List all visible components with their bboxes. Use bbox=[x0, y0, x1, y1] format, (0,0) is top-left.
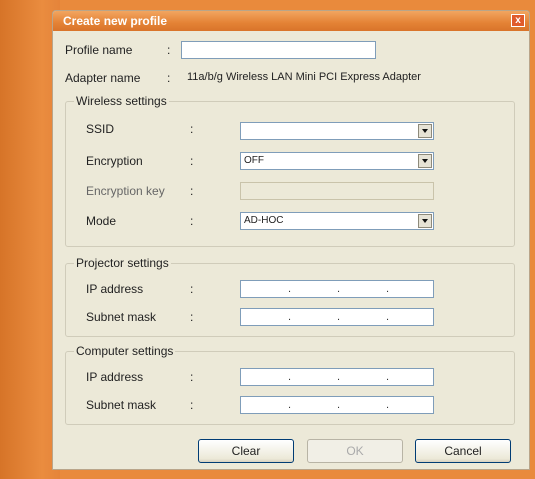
encryption-select[interactable]: OFF bbox=[240, 152, 434, 170]
wireless-settings-title: Wireless settings bbox=[74, 94, 169, 108]
dialog-title: Create new profile bbox=[63, 14, 168, 28]
colon: : bbox=[190, 184, 194, 198]
cancel-button[interactable]: Cancel bbox=[415, 439, 511, 463]
projector-settings-group: Projector settings IP address : . . . Su… bbox=[65, 256, 515, 337]
projector-ip-label: IP address bbox=[86, 282, 144, 296]
dialog-body: Profile name : Adapter name : 11a/b/g Wi… bbox=[53, 31, 529, 471]
mode-label: Mode bbox=[86, 214, 117, 228]
computer-ip-label: IP address bbox=[86, 370, 144, 384]
computer-settings-group: Computer settings IP address : . . . Sub… bbox=[65, 344, 515, 425]
colon: : bbox=[167, 43, 171, 57]
chevron-down-icon[interactable] bbox=[418, 124, 432, 138]
ok-button[interactable]: OK bbox=[307, 439, 403, 463]
profile-name-input[interactable] bbox=[181, 41, 376, 59]
profile-name-label: Profile name bbox=[65, 43, 133, 57]
adapter-name-label: Adapter name bbox=[65, 71, 141, 85]
colon: : bbox=[167, 71, 171, 85]
projector-subnet-input[interactable]: . . . bbox=[240, 308, 434, 326]
colon: : bbox=[190, 398, 194, 412]
colon: : bbox=[190, 282, 194, 296]
colon: : bbox=[190, 154, 194, 168]
colon: : bbox=[190, 310, 194, 324]
clear-button[interactable]: Clear bbox=[198, 439, 294, 463]
ssid-select[interactable] bbox=[240, 122, 434, 140]
colon: : bbox=[190, 122, 194, 136]
colon: : bbox=[190, 370, 194, 384]
title-bar: Create new profile x bbox=[53, 11, 529, 31]
ssid-label: SSID bbox=[86, 122, 115, 136]
projector-settings-title: Projector settings bbox=[74, 256, 171, 270]
create-profile-dialog: Create new profile x Profile name : Adap… bbox=[52, 10, 530, 470]
colon: : bbox=[190, 214, 194, 228]
computer-subnet-label: Subnet mask bbox=[86, 398, 157, 412]
encryption-key-label: Encryption key bbox=[86, 184, 165, 198]
encryption-key-input[interactable] bbox=[240, 182, 434, 200]
mode-select[interactable]: AD-HOC bbox=[240, 212, 434, 230]
close-icon: x bbox=[515, 15, 521, 26]
projector-subnet-label: Subnet mask bbox=[86, 310, 157, 324]
computer-subnet-input[interactable]: . . . bbox=[240, 396, 434, 414]
chevron-down-icon[interactable] bbox=[418, 214, 432, 228]
encryption-label: Encryption bbox=[86, 154, 143, 168]
wireless-settings-group: Wireless settings SSID : Encryption : OF… bbox=[65, 94, 515, 247]
projector-ip-input[interactable]: . . . bbox=[240, 280, 434, 298]
adapter-name-value: 11a/b/g Wireless LAN Mini PCI Express Ad… bbox=[187, 71, 421, 83]
chevron-down-icon[interactable] bbox=[418, 154, 432, 168]
computer-settings-title: Computer settings bbox=[74, 344, 176, 358]
close-button[interactable]: x bbox=[511, 14, 525, 27]
computer-ip-input[interactable]: . . . bbox=[240, 368, 434, 386]
